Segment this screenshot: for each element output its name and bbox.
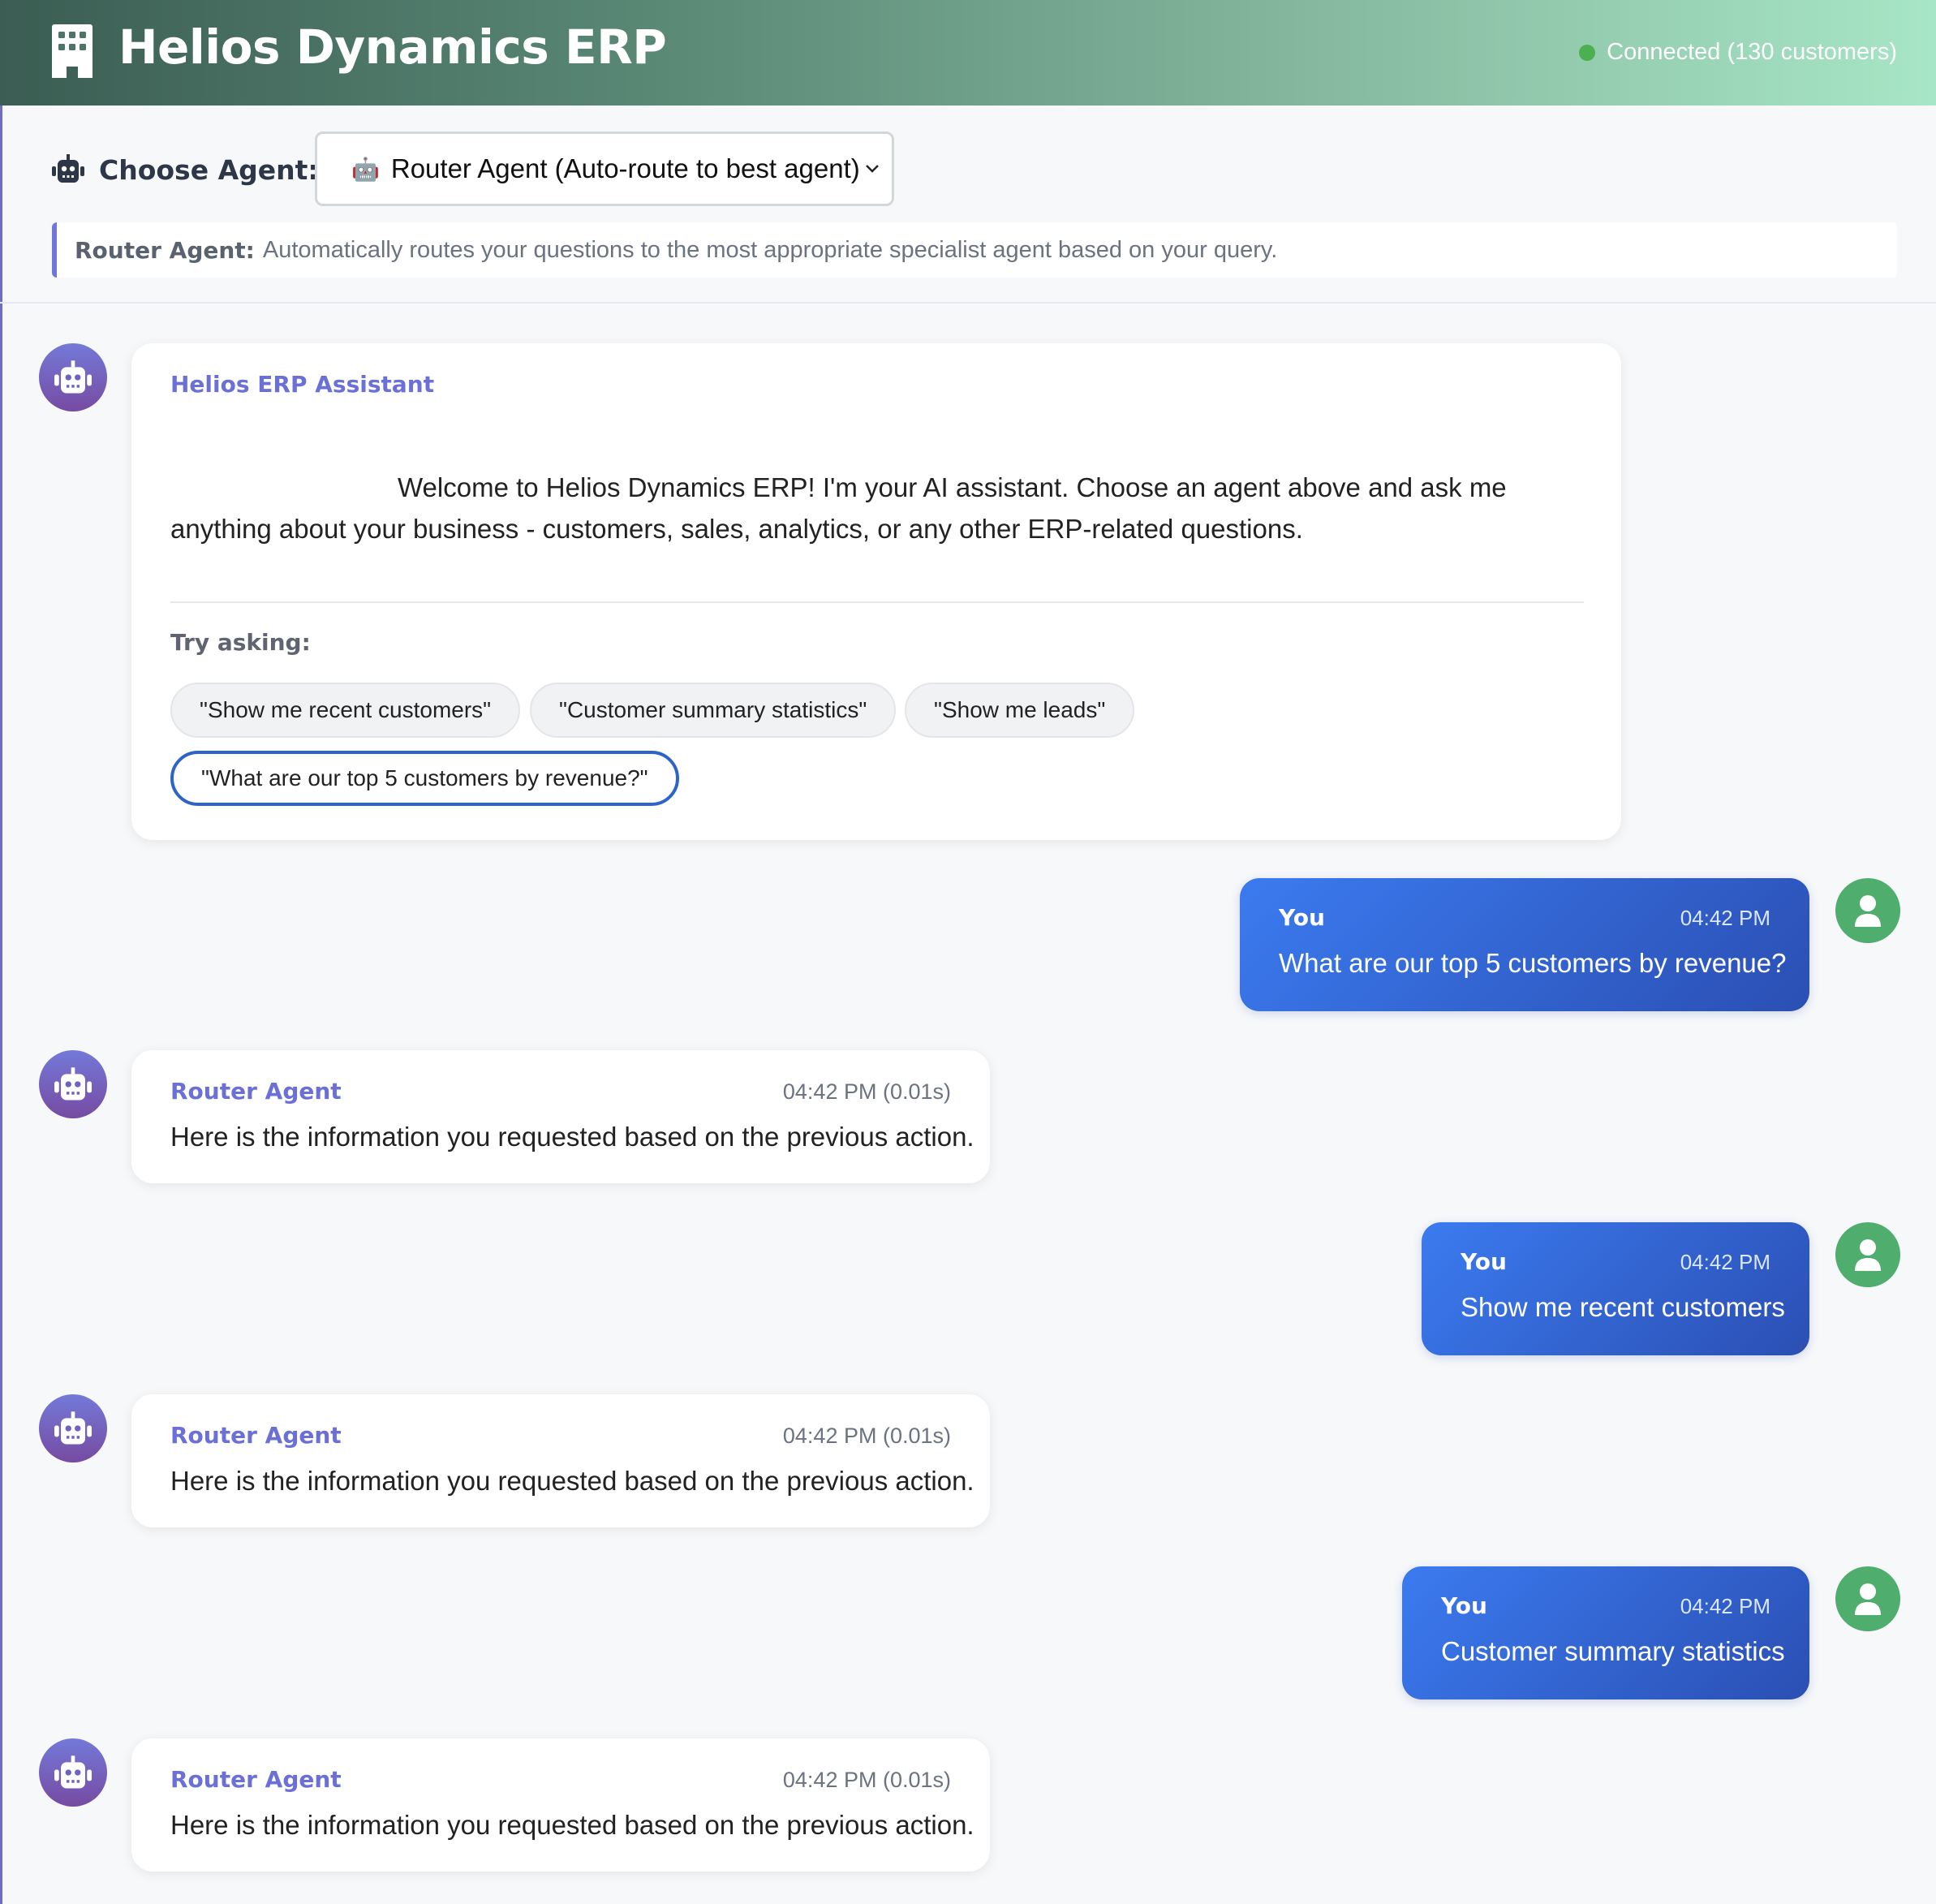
app-header: Helios Dynamics ERP Connected (130 custo… [0,0,1936,106]
robot-emoji-icon: 🤖 [351,156,380,182]
user-icon [1855,1239,1881,1271]
message-text: Here is the information you requested ba… [170,1810,974,1840]
robot-icon [54,1067,92,1101]
message-time: 04:42 PM (0.01s) [782,1424,951,1448]
message-text: What are our top 5 customers by revenue? [1279,948,1787,978]
user-message: You 04:42 PM Show me recent customers [1422,1222,1809,1355]
agent-description: Router Agent: Automatically routes your … [52,222,1897,278]
message-time: 04:42 PM (0.01s) [782,1079,951,1104]
user-avatar [1835,1566,1900,1631]
robot-icon [52,154,84,183]
bot-avatar [39,1394,107,1462]
welcome-text: Welcome to Helios Dynamics ERP! I'm your… [170,472,1507,544]
agent-select-value: Router Agent (Auto-route to best agent) [390,153,860,183]
connection-status: Connected (130 customers) [1579,39,1897,66]
message-text: Here is the information you requested ba… [170,1466,974,1496]
message-sender: You [1279,904,1325,931]
message-sender: You [1441,1592,1487,1619]
message-text: Show me recent customers [1461,1292,1785,1322]
robot-icon [54,360,92,394]
agent-description-text: Automatically routes your questions to t… [262,236,1278,263]
status-text: Connected (130 customers) [1607,39,1897,65]
message-time: 04:42 PM [1680,1594,1770,1618]
divider [170,601,1584,603]
try-asking-label: Try asking: [170,629,311,656]
message-time: 04:42 PM [1680,906,1770,930]
app-title: Helios Dynamics ERP [118,19,667,75]
bot-message: Router Agent 04:42 PM (0.01s) Here is th… [131,1738,990,1872]
app-root: Helios Dynamics ERP Connected (130 custo… [0,0,1936,1904]
user-avatar [1835,1222,1900,1287]
status-dot-icon [1579,44,1596,61]
suggestion-chip-active[interactable]: "What are our top 5 customers by revenue… [170,751,679,806]
bot-avatar [39,1738,107,1807]
bot-avatar [39,1050,107,1118]
message-sender: You [1461,1248,1507,1275]
agent-description-title: Router Agent: [75,236,255,264]
robot-icon [54,1411,92,1445]
message-time: 04:42 PM [1680,1250,1770,1274]
user-message: You 04:42 PM What are our top 5 customer… [1240,878,1809,1011]
suggestion-chip[interactable]: "Customer summary statistics" [530,683,897,738]
message-text: Here is the information you requested ba… [170,1122,974,1152]
chevron-down-icon [866,165,879,173]
message-text: Customer summary statistics [1441,1636,1785,1666]
suggestion-chip[interactable]: "Show me leads" [905,683,1135,738]
bot-message: Router Agent 04:42 PM (0.01s) Here is th… [131,1394,990,1527]
bot-message: Router Agent 04:42 PM (0.01s) Here is th… [131,1050,990,1183]
user-message: You 04:42 PM Customer summary statistics [1402,1566,1809,1699]
agent-select[interactable]: 🤖 Router Agent (Auto-route to best agent… [315,131,894,206]
user-icon [1855,895,1881,927]
welcome-message: Helios ERP Assistant Welcome to Helios D… [131,343,1621,840]
user-avatar [1835,878,1900,943]
bot-avatar [39,343,107,411]
message-sender: Router Agent [170,1422,342,1449]
message-sender: Helios ERP Assistant [170,371,435,398]
suggestion-chip[interactable]: "Show me recent customers" [170,683,521,738]
choose-agent-label: Choose Agent: [99,154,319,186]
agent-selector-bar: Choose Agent: 🤖 Router Agent (Auto-route… [0,106,1936,304]
user-icon [1855,1583,1881,1615]
building-icon [52,24,92,78]
message-sender: Router Agent [170,1766,342,1793]
robot-icon [54,1755,92,1789]
message-time: 04:42 PM (0.01s) [782,1768,951,1792]
message-sender: Router Agent [170,1078,342,1105]
